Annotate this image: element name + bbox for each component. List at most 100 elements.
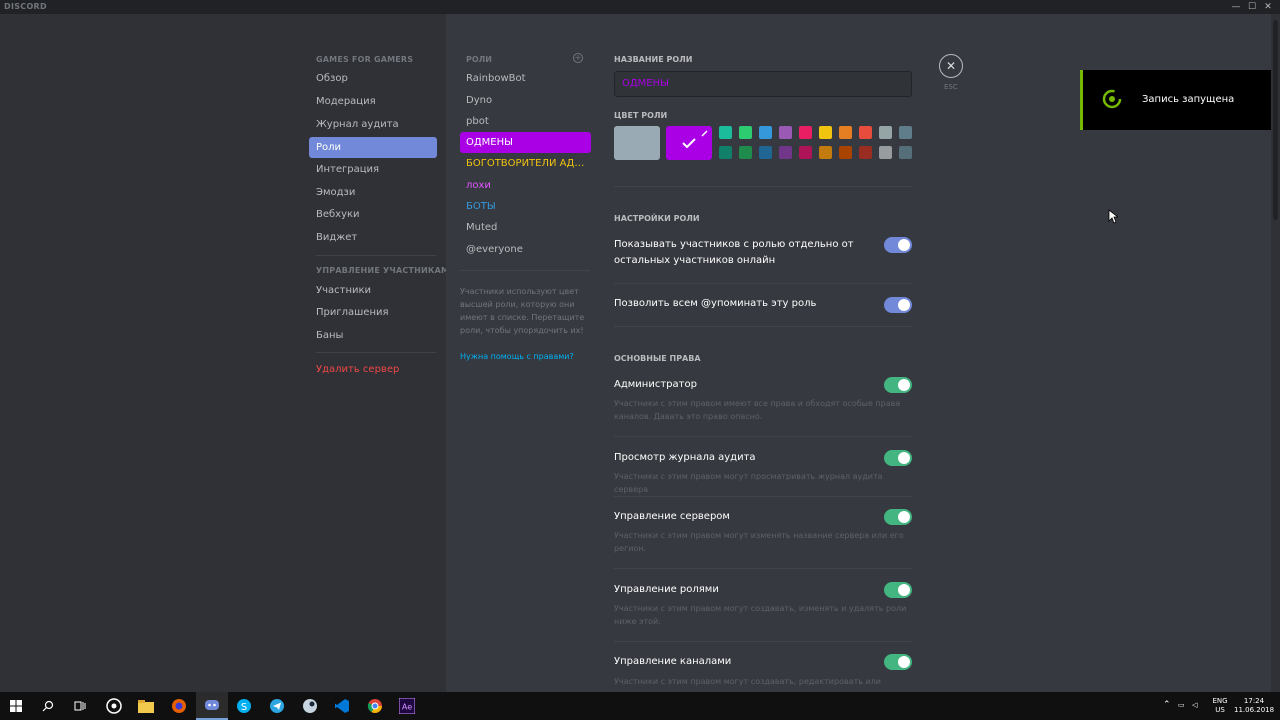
sidebar-item-overview[interactable]: Обзор (309, 68, 437, 89)
role-item[interactable]: Dyno (460, 90, 591, 111)
scrollbar-thumb[interactable] (1273, 20, 1278, 220)
clock-date: 11.06.2018 (1234, 706, 1275, 714)
color-swatch[interactable] (839, 126, 852, 139)
mentionable-toggle[interactable] (884, 297, 912, 313)
role-name-input[interactable]: ОДМЕНЫ (614, 71, 912, 97)
default-color-swatch[interactable] (614, 126, 660, 160)
perm-administrator-desc: Участники с этим правом имеют все права … (614, 399, 901, 421)
discord-window: DISCORD — ☐ ✕ GAMES FOR GAMERS Обзор Мод… (0, 0, 1280, 720)
steam-icon[interactable] (294, 692, 326, 720)
sidebar-item-webhooks[interactable]: Вебхуки (309, 204, 437, 225)
checkmark-icon (682, 130, 708, 149)
manage-channels-toggle[interactable] (884, 654, 912, 670)
sidebar-item-widget[interactable]: Виджет (309, 227, 437, 248)
toggle-knob (898, 452, 910, 464)
app-brand: DISCORD (4, 2, 47, 11)
view-audit-log-toggle[interactable] (884, 450, 912, 466)
perm-view-audit-log-desc: Участники с этим правом могут просматрив… (614, 472, 883, 494)
color-swatch[interactable] (879, 126, 892, 139)
color-swatch[interactable] (719, 146, 732, 159)
sidebar-item-moderation[interactable]: Модерация (309, 91, 437, 112)
administrator-toggle[interactable] (884, 377, 912, 393)
telegram-icon[interactable] (261, 692, 293, 720)
color-swatch[interactable] (899, 146, 912, 159)
sidebar-item-audit-log[interactable]: Журнал аудита (309, 114, 437, 135)
color-swatch[interactable] (779, 126, 792, 139)
file-explorer-icon[interactable] (130, 692, 162, 720)
divider (614, 496, 912, 497)
windows-start-icon[interactable] (0, 692, 32, 720)
color-swatch[interactable] (799, 126, 812, 139)
color-swatch[interactable] (859, 126, 872, 139)
tray-chevron-icon[interactable]: ⌃ (1163, 701, 1171, 710)
skype-icon[interactable]: S (228, 692, 260, 720)
after-effects-icon[interactable]: Ae (391, 692, 423, 720)
manage-server-toggle[interactable] (884, 509, 912, 525)
color-swatch[interactable] (759, 126, 772, 139)
windows-taskbar: S Ae ⌃ ▭ ◁ ENG US 17:24 11.06.2018 (0, 692, 1280, 720)
sidebar-item-emoji[interactable]: Эмодзи (309, 182, 437, 203)
role-item[interactable]: лохи (460, 175, 591, 196)
color-swatch[interactable] (719, 126, 732, 139)
color-swatch[interactable] (839, 146, 852, 159)
window-close-button[interactable]: ✕ (1258, 0, 1278, 14)
perm-manage-roles-desc: Участники с этим правом могут создавать,… (614, 604, 907, 626)
vscode-icon[interactable] (326, 692, 358, 720)
firefox-icon[interactable] (163, 692, 195, 720)
divider (614, 568, 912, 569)
role-item[interactable]: БОГОТВОРИТЕЛИ АДМ... (460, 153, 591, 174)
role-item[interactable]: ОДМЕНЫ (460, 132, 591, 153)
role-item[interactable]: БОТЫ (460, 196, 591, 217)
color-swatch[interactable] (799, 146, 812, 159)
role-item[interactable]: pbot (460, 111, 591, 132)
custom-color-picker[interactable] (666, 126, 712, 160)
language-indicator[interactable]: ENG US (1210, 697, 1230, 715)
language-code: ENG (1212, 697, 1228, 705)
chrome-icon[interactable] (359, 692, 391, 720)
clock[interactable]: 17:24 11.06.2018 (1234, 697, 1274, 715)
color-swatch[interactable] (779, 146, 792, 159)
role-item[interactable]: Muted (460, 217, 591, 238)
sidebar-divider (316, 352, 436, 353)
nvidia-record-icon (1102, 89, 1122, 109)
svg-text:Ae: Ae (402, 703, 412, 712)
sidebar-item-invites[interactable]: Приглашения (309, 302, 437, 323)
color-swatch[interactable] (859, 146, 872, 159)
volume-icon[interactable]: ◁ (1192, 701, 1197, 710)
obs-icon[interactable] (98, 692, 130, 720)
divider (614, 186, 912, 187)
color-swatch[interactable] (739, 126, 752, 139)
delete-server-button[interactable]: Удалить сервер (309, 359, 437, 380)
close-icon[interactable]: ✕ (939, 54, 963, 78)
svg-text:S: S (241, 702, 247, 713)
perm-manage-channels-desc: Участники с этим правом могут создавать,… (614, 677, 882, 686)
roles-header: РОЛИ (466, 55, 493, 64)
perm-administrator-title: Администратор (614, 379, 697, 390)
toggle-knob (898, 656, 910, 668)
sidebar-item-members[interactable]: Участники (309, 280, 437, 301)
color-swatch[interactable] (759, 146, 772, 159)
role-item[interactable]: @everyone (460, 239, 591, 260)
color-swatch[interactable] (899, 126, 912, 139)
hoist-toggle[interactable] (884, 237, 912, 253)
color-swatch[interactable] (879, 146, 892, 159)
discord-icon[interactable] (196, 692, 228, 720)
search-icon[interactable] (32, 692, 64, 720)
plus-circle-icon[interactable]: + (573, 53, 583, 63)
sidebar-item-integrations[interactable]: Интеграция (309, 159, 437, 180)
color-swatch[interactable] (739, 146, 752, 159)
sidebar-item-roles[interactable]: Роли (309, 137, 437, 158)
network-icon[interactable]: ▭ (1178, 701, 1185, 710)
toggle-knob (898, 511, 910, 523)
color-swatch[interactable] (819, 146, 832, 159)
toggle-knob (898, 299, 910, 311)
toggle-knob (898, 239, 910, 251)
manage-roles-toggle[interactable] (884, 582, 912, 598)
toast-text: Запись запущена (1142, 94, 1235, 105)
sidebar-item-bans[interactable]: Баны (309, 325, 437, 346)
esc-label: ESC (944, 83, 958, 91)
role-item[interactable]: RainbowBot (460, 68, 591, 89)
task-view-icon[interactable] (64, 692, 96, 720)
permissions-help-link[interactable]: Нужна помощь с правами? (460, 352, 574, 361)
color-swatch[interactable] (819, 126, 832, 139)
